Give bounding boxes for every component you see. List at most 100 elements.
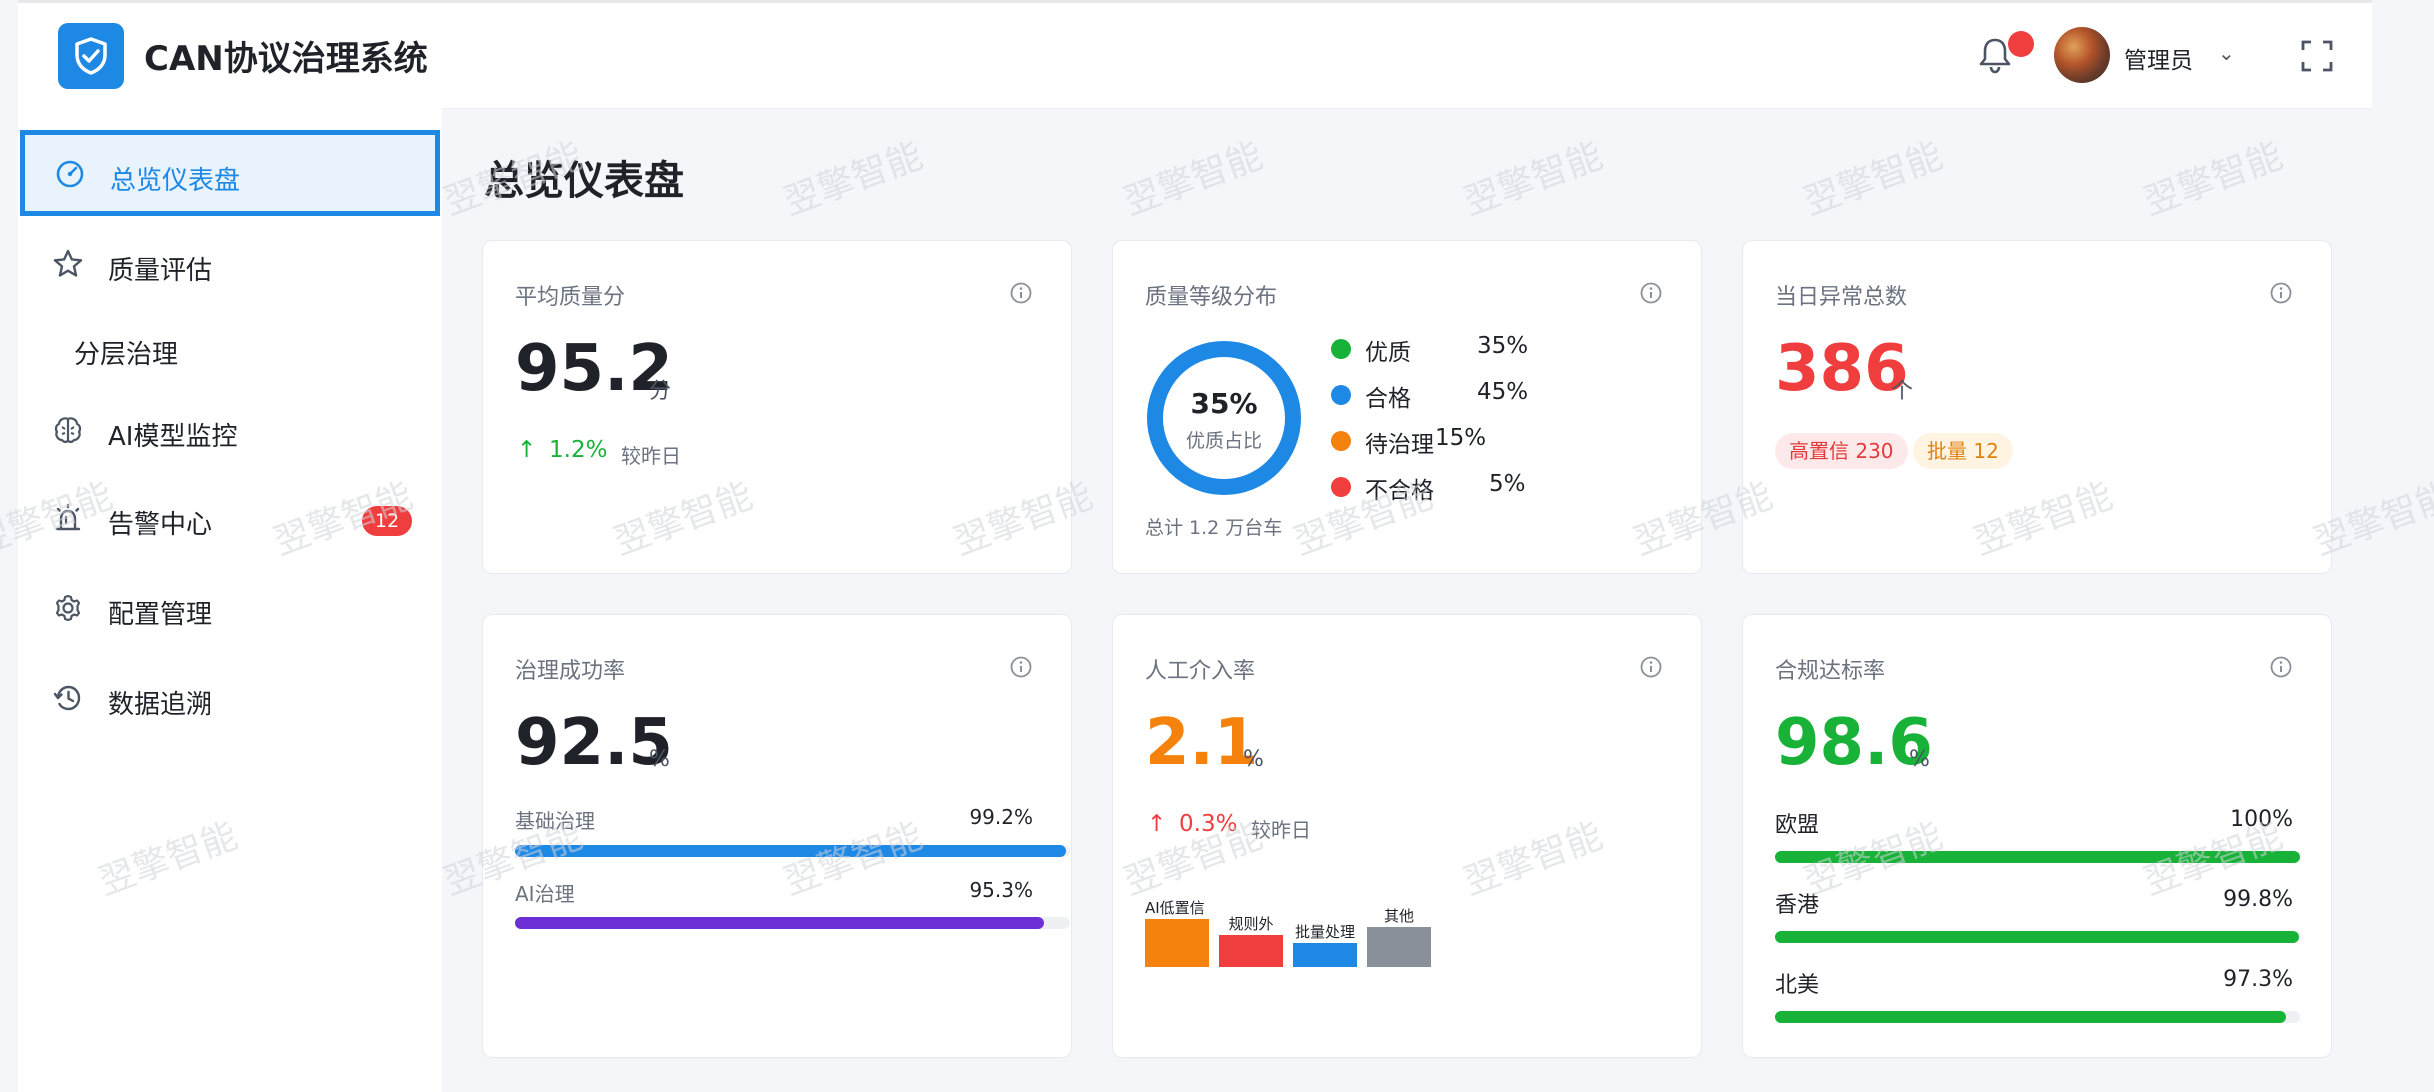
manual-rate-unit: % — [1243, 747, 1264, 772]
info-icon[interactable] — [1639, 281, 1663, 305]
legend-dot-failed — [1331, 477, 1351, 497]
legend-dot-qualified — [1331, 385, 1351, 405]
app-header: CAN协议治理系统 管理员 ⌄ — [18, 3, 2372, 109]
sidebar-item-dashboard[interactable]: 总览仪表盘 — [20, 130, 440, 216]
legend-name: 优质 — [1365, 340, 1411, 366]
manual-intervention-card: 人工介入率 2.1 % ↑ 0.3% 较昨日 AI低置信规则外 批量处理 其他 — [1112, 614, 1702, 1058]
info-icon[interactable] — [1009, 281, 1033, 305]
sidebar-item-trace[interactable]: 数据追溯 — [18, 654, 442, 742]
region-value: 99.8% — [2223, 887, 2293, 912]
watermark-text: 翌擎智能 — [1798, 135, 1948, 224]
card-title: 平均质量分 — [515, 285, 626, 310]
bar-label: AI治理 — [515, 882, 575, 906]
manual-rate-value: 2.1 — [1145, 706, 1259, 780]
reason-bar — [1367, 927, 1431, 967]
sidebar: 总览仪表盘 质量评估 分层治理 AI模型监控 告警中心 12 配置管理 数据追溯 — [18, 108, 442, 1092]
legend-name: 合格 — [1365, 386, 1411, 412]
donut-center-label: 优质占比 — [1185, 430, 1262, 452]
legend-value: 5% — [1489, 471, 1526, 497]
reason-bar-label: 批量处理 — [1294, 923, 1355, 941]
page-title: 总览仪表盘 — [484, 158, 684, 204]
dashboard-gauge-icon — [56, 160, 84, 188]
watermark-text: 翌擎智能 — [1458, 135, 1608, 224]
legend-dot-pending — [1331, 431, 1351, 451]
card-title: 治理成功率 — [515, 659, 626, 684]
sidebar-item-label: 数据追溯 — [108, 690, 213, 720]
sidebar-item-label: 分层治理 — [74, 340, 179, 370]
legend-name: 不合格 — [1365, 478, 1434, 504]
brain-icon — [54, 417, 82, 443]
bar-track — [1775, 851, 2300, 863]
alarm-icon — [55, 503, 81, 531]
region-label: 欧盟 — [1775, 813, 1820, 838]
legend-value: 35% — [1477, 333, 1529, 359]
fullscreen-icon[interactable] — [2300, 39, 2334, 73]
trend-compare-label: 较昨日 — [621, 444, 681, 468]
legend-name: 待治理 — [1365, 432, 1434, 458]
anomaly-count-value: 386 — [1775, 332, 1909, 406]
batch-tag[interactable]: 批量 12 — [1913, 433, 2013, 469]
region-value: 100% — [2230, 807, 2293, 832]
info-icon[interactable] — [2269, 655, 2293, 679]
right-gutter — [2372, 0, 2434, 1092]
shield-check-icon — [75, 37, 107, 75]
compliance-card: 合规达标率 98.6 % 欧盟 100% 香港 99.8% 北美 97.3% — [1742, 614, 2332, 1058]
progress-fill — [515, 917, 1044, 929]
total-vehicles-label: 总计 1.2 万台车 — [1145, 517, 1283, 539]
progress-fill — [1775, 851, 2300, 863]
alarm-count-badge: 12 — [362, 506, 412, 536]
card-title: 人工介入率 — [1145, 659, 1256, 684]
user-avatar[interactable] — [2054, 27, 2110, 83]
app-logo[interactable] — [58, 23, 124, 89]
gear-icon — [55, 594, 81, 622]
legend-value: 15% — [1435, 425, 1487, 451]
reason-bar — [1293, 943, 1357, 967]
sidebar-item-alarm[interactable]: 告警中心 12 — [18, 474, 442, 562]
bar-track — [515, 917, 1070, 929]
sidebar-item-label: 质量评估 — [108, 256, 213, 286]
sidebar-item-label: 总览仪表盘 — [110, 166, 241, 196]
star-icon — [53, 249, 83, 277]
progress-fill — [1775, 1011, 2286, 1023]
user-name[interactable]: 管理员 — [2124, 41, 2193, 75]
sidebar-item-layered[interactable]: 分层治理 — [18, 304, 442, 392]
sidebar-item-label: 配置管理 — [108, 600, 213, 630]
high-confidence-tag[interactable]: 高置信 230 — [1775, 433, 1908, 469]
info-icon[interactable] — [2269, 281, 2293, 305]
card-title: 合规达标率 — [1775, 659, 1886, 684]
info-icon[interactable] — [1009, 655, 1033, 679]
reason-bar-label: 其他 — [1383, 907, 1414, 925]
bar-track — [515, 845, 1070, 857]
reason-bar — [1145, 919, 1209, 967]
history-icon — [53, 685, 81, 711]
bar-value: 99.2% — [969, 805, 1033, 829]
avg-quality-card: 平均质量分 95.2 分 ↑ 1.2% 较昨日 — [482, 240, 1072, 574]
daily-anomaly-card: 当日异常总数 386 个 高置信 230 批量 12 — [1742, 240, 2332, 574]
trend-compare-label: 较昨日 — [1251, 818, 1311, 842]
sidebar-item-label: AI模型监控 — [108, 422, 238, 452]
bar-track — [1775, 931, 2300, 943]
sidebar-item-label: 告警中心 — [108, 510, 213, 540]
avg-quality-trend: 1.2% — [549, 437, 608, 463]
reason-bar-label: 规则外 — [1228, 915, 1274, 933]
legend-value: 45% — [1477, 379, 1529, 405]
card-title: 当日异常总数 — [1775, 285, 1908, 310]
trend-up-icon: ↑ — [517, 437, 537, 463]
governance-success-card: 治理成功率 92.5 % 基础治理 99.2% AI治理 95.3% — [482, 614, 1072, 1058]
manual-rate-trend: 0.3% — [1179, 811, 1238, 837]
watermark-text: 翌擎智能 — [778, 135, 928, 224]
bar-track — [1775, 1011, 2300, 1023]
info-icon[interactable] — [1639, 655, 1663, 679]
chevron-down-icon[interactable]: ⌄ — [2218, 41, 2235, 65]
region-label: 北美 — [1775, 973, 1820, 998]
reason-bar-label: AI低置信 — [1145, 899, 1205, 917]
sidebar-item-config[interactable]: 配置管理 — [18, 564, 442, 652]
sidebar-item-quality[interactable]: 质量评估 — [18, 220, 442, 308]
sidebar-item-ai-monitor[interactable]: AI模型监控 — [18, 386, 442, 474]
bar-label: 基础治理 — [515, 809, 595, 833]
trend-up-icon: ↑ — [1147, 811, 1167, 837]
bar-value: 95.3% — [969, 878, 1033, 902]
app-title: CAN协议治理系统 — [144, 39, 428, 79]
watermark-text: 翌擎智能 — [1118, 135, 1268, 224]
region-label: 香港 — [1775, 893, 1820, 918]
